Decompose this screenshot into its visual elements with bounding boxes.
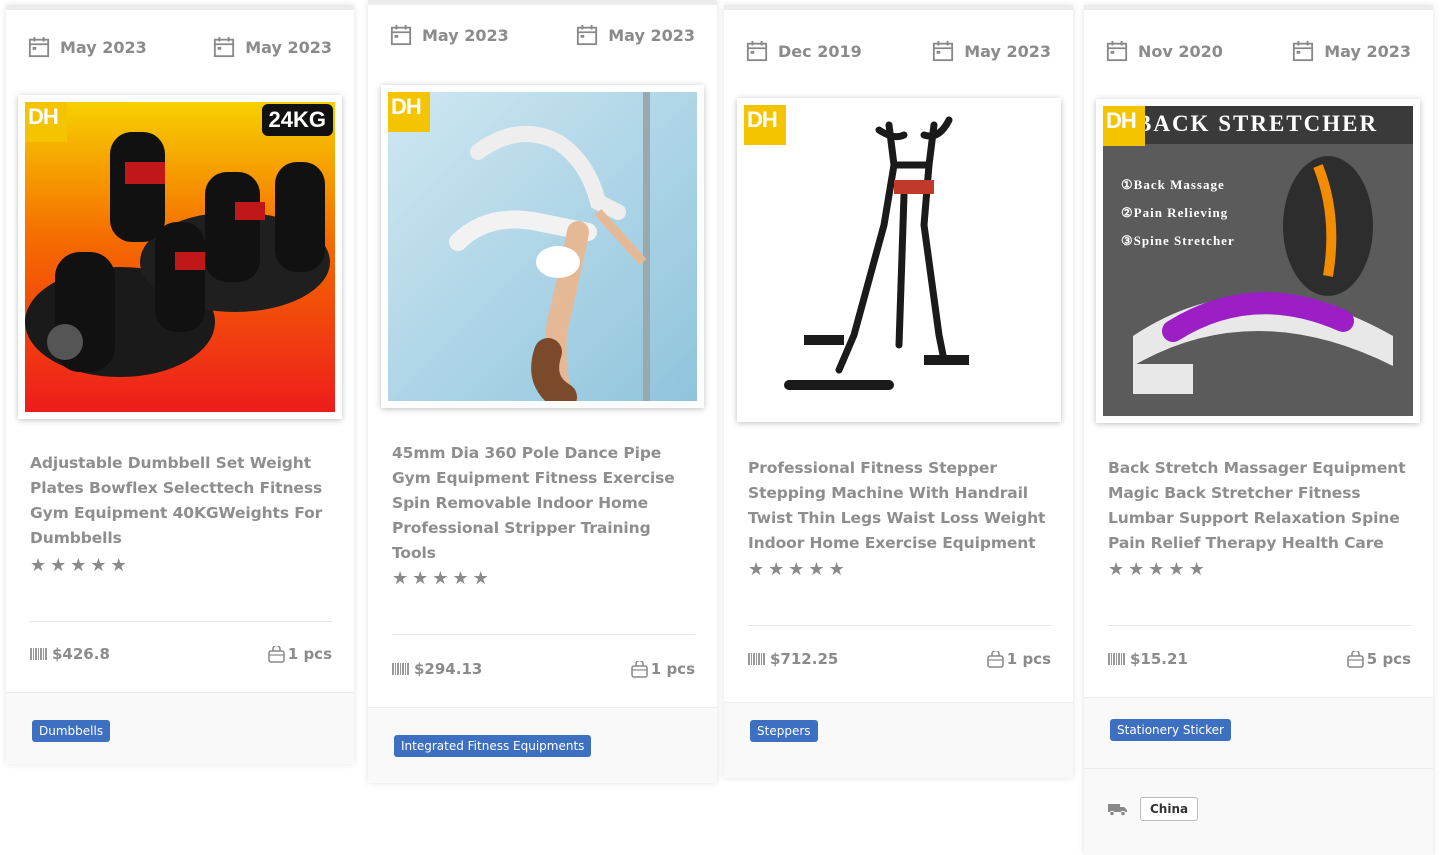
- product-card[interactable]: Dec 2019 May 2023 DH Professional Fitnes…: [724, 5, 1073, 778]
- divider: [1108, 625, 1411, 626]
- updated-date: May 2023: [932, 40, 1051, 62]
- star-icon: ★: [1128, 559, 1145, 580]
- product-card[interactable]: Nov 2020 May 2023 BACK STRETCHER ①Back M…: [1084, 5, 1433, 855]
- star-icon: ★: [828, 559, 845, 580]
- divider: [724, 702, 1073, 703]
- rating-stars: ★ ★ ★ ★ ★: [30, 557, 127, 575]
- star-icon: ★: [808, 559, 825, 580]
- star-icon: ★: [788, 559, 805, 580]
- quantity: 1 pcs: [268, 645, 332, 663]
- product-title[interactable]: Back Stretch Massager Equipment Magic Ba…: [1108, 456, 1413, 556]
- star-icon: ★: [432, 568, 449, 589]
- price-row: $15.21 5 pcs: [1108, 650, 1411, 668]
- price: $294.13: [392, 660, 482, 678]
- dh-logo: DH: [388, 92, 430, 132]
- product-card[interactable]: May 2023 May 2023 DH 24KG Adjustable Dum…: [6, 5, 354, 764]
- date-row: May 2023 May 2023: [390, 23, 695, 47]
- rating-stars: ★ ★ ★ ★ ★: [748, 561, 845, 579]
- updated-date: May 2023: [1292, 40, 1411, 62]
- shipping-origin: China: [1108, 797, 1199, 821]
- image-heading: BACK STRETCHER: [1136, 111, 1379, 136]
- product-image[interactable]: BACK STRETCHER ①Back Massage ②Pain Relie…: [1096, 99, 1420, 423]
- star-icon: ★: [1168, 559, 1185, 580]
- rating-stars: ★ ★ ★ ★ ★: [392, 570, 489, 588]
- created-date: Nov 2020: [1106, 40, 1223, 62]
- barcode-icon: [392, 663, 409, 675]
- bag-icon: [268, 645, 285, 663]
- date-row: May 2023 May 2023: [28, 35, 332, 59]
- divider: [1084, 768, 1433, 769]
- star-icon: ★: [472, 568, 489, 589]
- created-date: Dec 2019: [746, 40, 862, 62]
- calendar-icon: [214, 36, 235, 58]
- product-image[interactable]: DH: [737, 98, 1061, 422]
- created-date: May 2023: [28, 36, 147, 58]
- quantity: 1 pcs: [987, 650, 1051, 668]
- star-icon: ★: [110, 555, 127, 576]
- star-icon: ★: [1148, 559, 1165, 580]
- calendar-icon: [933, 40, 954, 62]
- barcode-icon: [30, 648, 47, 660]
- origin-badge[interactable]: China: [1140, 797, 1199, 821]
- date-row: Dec 2019 May 2023: [746, 39, 1051, 63]
- product-image[interactable]: DH 24KG: [18, 95, 342, 419]
- price-row: $712.25 1 pcs: [748, 650, 1051, 668]
- bag-icon: [1347, 650, 1364, 668]
- category-tag[interactable]: Stationery Sticker: [1110, 719, 1231, 741]
- divider: [368, 707, 717, 708]
- star-icon: ★: [70, 555, 87, 576]
- price-row: $426.8 1 pcs: [30, 645, 332, 663]
- rating-stars: ★ ★ ★ ★ ★: [1108, 561, 1205, 579]
- weight-badge: 24KG: [261, 104, 333, 136]
- calendar-icon: [1106, 40, 1128, 62]
- bag-icon: [631, 660, 648, 678]
- quantity: 5 pcs: [1347, 650, 1411, 668]
- calendar-icon: [746, 40, 768, 62]
- price-row: $294.13 1 pcs: [392, 660, 695, 678]
- calendar-icon: [390, 24, 412, 46]
- date-row: Nov 2020 May 2023: [1106, 39, 1411, 63]
- price: $426.8: [30, 645, 110, 663]
- updated-date: May 2023: [576, 24, 695, 46]
- created-date: May 2023: [390, 24, 509, 46]
- truck-icon: [1108, 804, 1127, 816]
- price: $712.25: [748, 650, 838, 668]
- category-tag[interactable]: Integrated Fitness Equipments: [394, 735, 592, 757]
- divider: [392, 634, 695, 635]
- star-icon: ★: [392, 568, 409, 589]
- divider: [6, 692, 354, 693]
- product-title[interactable]: 45mm Dia 360 Pole Dance Pipe Gym Equipme…: [392, 441, 697, 566]
- star-icon: ★: [1188, 559, 1205, 580]
- calendar-icon: [577, 24, 598, 46]
- star-icon: ★: [1108, 559, 1125, 580]
- updated-date: May 2023: [213, 36, 332, 58]
- product-image[interactable]: DH: [381, 85, 704, 408]
- quantity: 1 pcs: [631, 660, 695, 678]
- product-title[interactable]: Professional Fitness Stepper Stepping Ma…: [748, 456, 1053, 556]
- calendar-icon: [1293, 40, 1314, 62]
- category-tag[interactable]: Dumbbells: [32, 720, 111, 742]
- price: $15.21: [1108, 650, 1188, 668]
- category-tag[interactable]: Steppers: [750, 720, 818, 742]
- divider: [30, 621, 332, 622]
- divider: [748, 625, 1051, 626]
- product-card[interactable]: May 2023 May 2023 DH 45mm Dia 360 Pole D…: [368, 0, 717, 783]
- dh-logo: DH: [25, 102, 67, 142]
- star-icon: ★: [50, 555, 67, 576]
- image-points: ①Back Massage ②Pain Relieving ③Spine Str…: [1121, 177, 1235, 248]
- barcode-icon: [748, 653, 765, 665]
- star-icon: ★: [768, 559, 785, 580]
- barcode-icon: [1108, 653, 1125, 665]
- star-icon: ★: [30, 555, 47, 576]
- star-icon: ★: [452, 568, 469, 589]
- dh-logo: DH: [1103, 106, 1145, 146]
- star-icon: ★: [748, 559, 765, 580]
- calendar-icon: [28, 36, 50, 58]
- bag-icon: [987, 650, 1004, 668]
- star-icon: ★: [412, 568, 429, 589]
- dh-logo: DH: [744, 105, 786, 145]
- divider: [1084, 697, 1433, 698]
- product-title[interactable]: Adjustable Dumbbell Set Weight Plates Bo…: [30, 451, 334, 551]
- star-icon: ★: [90, 555, 107, 576]
